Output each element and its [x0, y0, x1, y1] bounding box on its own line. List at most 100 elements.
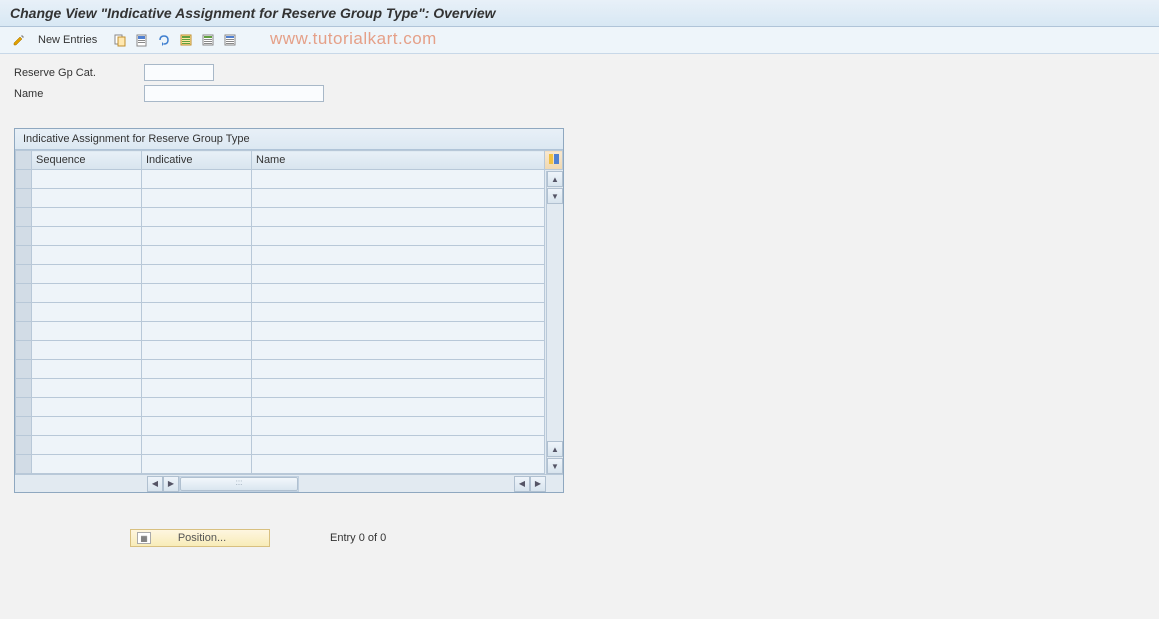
position-icon: ▦ [137, 532, 151, 544]
scroll-left-step-icon[interactable]: ◀ [514, 476, 530, 492]
row-selector[interactable] [16, 265, 32, 284]
row-selector[interactable] [16, 284, 32, 303]
row-selector[interactable] [16, 303, 32, 322]
position-button[interactable]: ▦ Position... [130, 529, 270, 547]
scroll-up-icon[interactable]: ▲ [547, 171, 563, 187]
cell[interactable] [142, 322, 252, 341]
deselect-all-icon[interactable] [221, 31, 239, 49]
cell[interactable] [32, 417, 142, 436]
cell[interactable] [142, 170, 252, 189]
row-selector[interactable] [16, 360, 32, 379]
table-row [16, 265, 563, 284]
row-selector[interactable] [16, 341, 32, 360]
scroll-down-icon[interactable]: ▼ [547, 458, 563, 474]
cell[interactable] [252, 208, 545, 227]
hscroll-thumb[interactable]: ::: [180, 477, 298, 491]
row-selector[interactable] [16, 436, 32, 455]
row-selector[interactable] [16, 417, 32, 436]
cell[interactable] [32, 379, 142, 398]
table-row [16, 455, 563, 474]
cell[interactable] [32, 170, 142, 189]
vertical-scrollbar[interactable]: ▲ ▼ ▲ ▼ [546, 171, 562, 474]
table-row [16, 322, 563, 341]
cell[interactable] [252, 189, 545, 208]
cell[interactable] [32, 398, 142, 417]
cell[interactable] [252, 455, 545, 474]
cell[interactable] [252, 227, 545, 246]
cell[interactable] [252, 436, 545, 455]
table-row [16, 189, 563, 208]
scroll-left-icon[interactable]: ◀ [147, 476, 163, 492]
cell[interactable] [252, 417, 545, 436]
cell[interactable] [32, 208, 142, 227]
toolbar: New Entries www.tutorialkart.com [0, 27, 1159, 54]
cell[interactable] [252, 322, 545, 341]
cell[interactable] [32, 360, 142, 379]
scroll-down-step-icon[interactable]: ▼ [547, 188, 563, 204]
column-header-sequence[interactable]: Sequence [32, 151, 142, 170]
cell[interactable] [142, 436, 252, 455]
new-entries-button[interactable]: New Entries [32, 32, 103, 48]
cell[interactable] [252, 360, 545, 379]
scroll-right-icon[interactable]: ▶ [530, 476, 546, 492]
column-header-name[interactable]: Name [252, 151, 545, 170]
scroll-up-step-icon[interactable]: ▲ [547, 441, 563, 457]
cell[interactable] [32, 436, 142, 455]
cell[interactable] [32, 189, 142, 208]
cell[interactable] [32, 303, 142, 322]
row-selector[interactable] [16, 455, 32, 474]
row-selector[interactable] [16, 398, 32, 417]
table-config-button[interactable] [545, 151, 563, 170]
cell[interactable] [32, 284, 142, 303]
cell[interactable] [252, 303, 545, 322]
cell[interactable] [142, 379, 252, 398]
copy-as-icon[interactable] [111, 31, 129, 49]
footer-area: ▦ Position... Entry 0 of 0 [0, 529, 1159, 547]
cell[interactable] [252, 341, 545, 360]
hscroll-track[interactable]: ::: [179, 476, 299, 492]
cell[interactable] [142, 360, 252, 379]
row-selector[interactable] [16, 246, 32, 265]
cell[interactable] [32, 265, 142, 284]
cell[interactable] [252, 379, 545, 398]
cell[interactable] [252, 246, 545, 265]
cell[interactable] [142, 417, 252, 436]
row-selector[interactable] [16, 170, 32, 189]
cell[interactable] [142, 284, 252, 303]
table-row [16, 208, 563, 227]
scroll-right-step-icon[interactable]: ▶ [163, 476, 179, 492]
row-selector[interactable] [16, 322, 32, 341]
delete-icon[interactable] [133, 31, 151, 49]
cell[interactable] [142, 341, 252, 360]
cell[interactable] [252, 170, 545, 189]
cell[interactable] [252, 284, 545, 303]
cell[interactable] [252, 265, 545, 284]
cell[interactable] [32, 227, 142, 246]
cell[interactable] [32, 322, 142, 341]
column-header-indicative[interactable]: Indicative [142, 151, 252, 170]
row-selector[interactable] [16, 208, 32, 227]
undo-change-icon[interactable] [155, 31, 173, 49]
row-selector[interactable] [16, 189, 32, 208]
row-selector[interactable] [16, 379, 32, 398]
cell[interactable] [32, 455, 142, 474]
position-label: Position... [159, 532, 245, 544]
cell[interactable] [32, 246, 142, 265]
toggle-change-icon[interactable] [10, 31, 28, 49]
cell[interactable] [142, 208, 252, 227]
select-all-icon[interactable] [177, 31, 195, 49]
select-block-icon[interactable] [199, 31, 217, 49]
row-selector[interactable] [16, 227, 32, 246]
row-selector-header[interactable] [16, 151, 32, 170]
cell[interactable] [252, 398, 545, 417]
cell[interactable] [32, 341, 142, 360]
cell[interactable] [142, 455, 252, 474]
cell[interactable] [142, 398, 252, 417]
cell[interactable] [142, 265, 252, 284]
cell[interactable] [142, 303, 252, 322]
name-input[interactable] [144, 85, 324, 102]
cell[interactable] [142, 246, 252, 265]
cell[interactable] [142, 227, 252, 246]
reserve-gp-cat-input[interactable] [144, 64, 214, 81]
cell[interactable] [142, 189, 252, 208]
